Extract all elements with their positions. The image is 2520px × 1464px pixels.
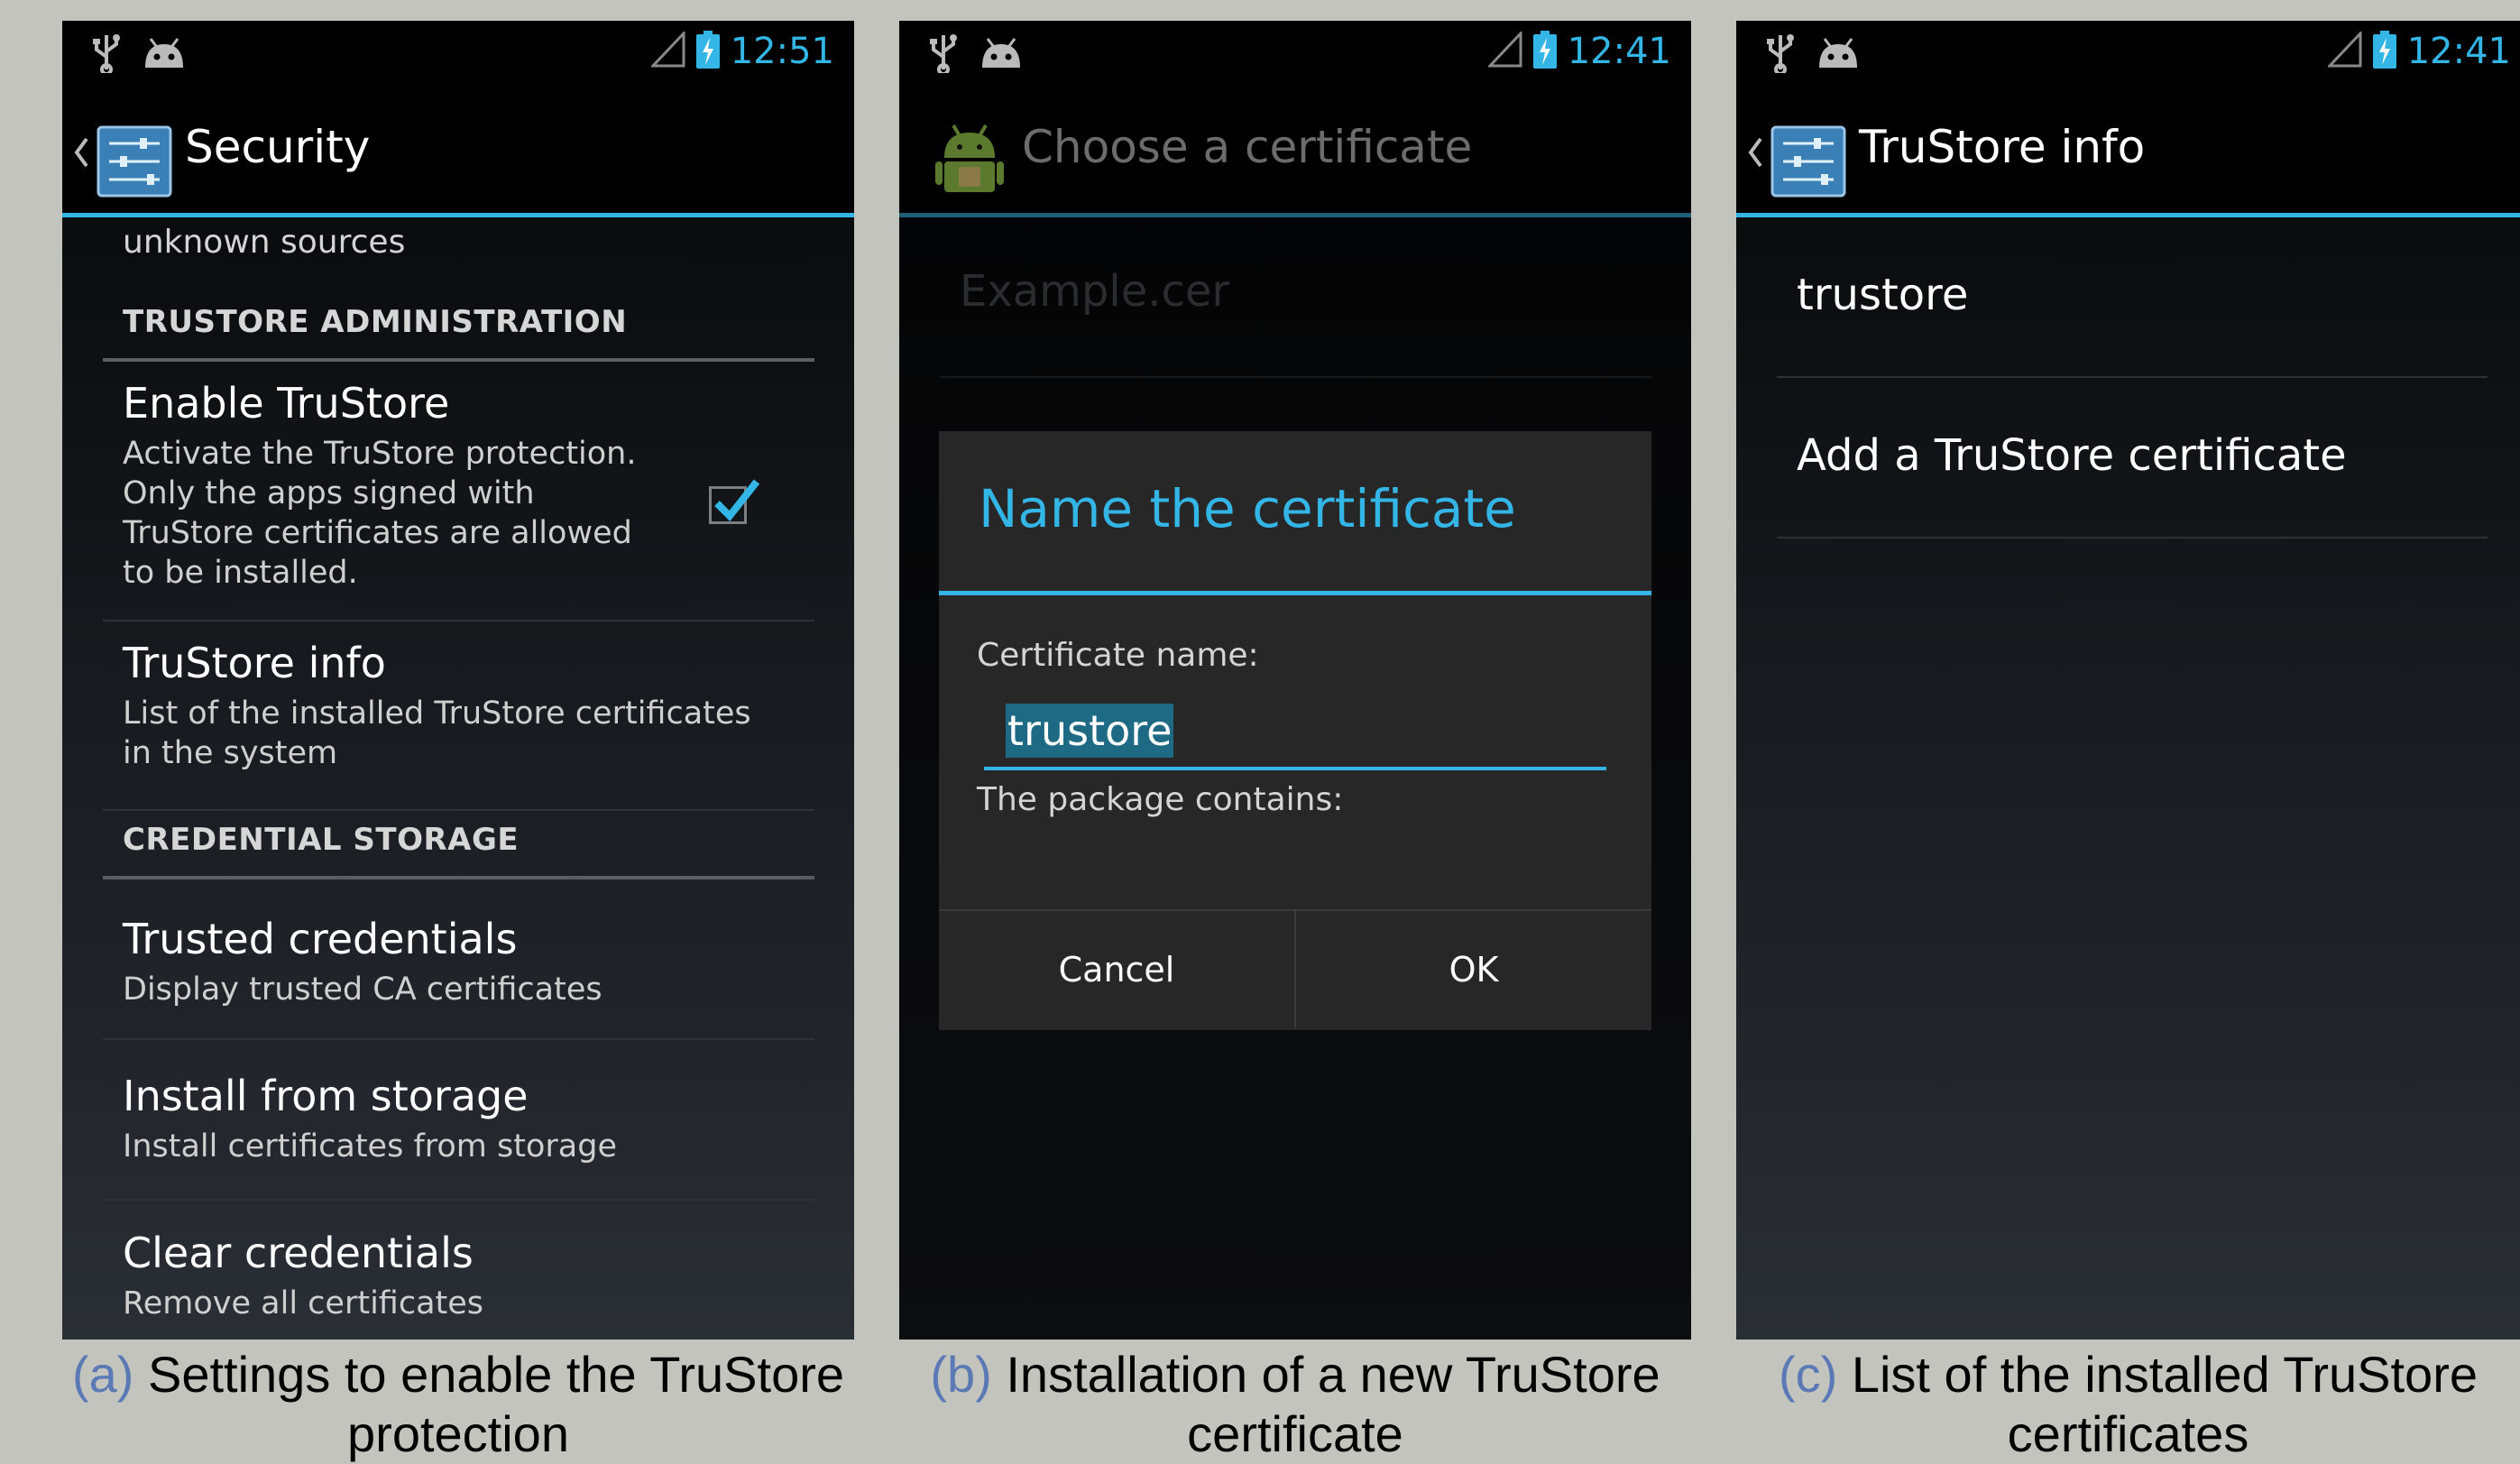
caption-text-line2: certificate (1187, 1405, 1403, 1462)
settings-icon[interactable] (97, 125, 172, 201)
caption-text-line2: protection (347, 1405, 569, 1462)
status-bar: 12:41 (899, 21, 1691, 80)
pref-title: Enable TruStore (123, 379, 450, 428)
pref-title: Trusted credentials (123, 915, 518, 963)
battery-charging-icon (1532, 31, 1557, 72)
caption-text: Installation of a new TruStore (1006, 1346, 1660, 1403)
signal-icon (649, 30, 685, 71)
certificate-file-item[interactable]: Example.cer (960, 266, 1229, 317)
page-title: Security (185, 121, 371, 173)
pref-title: TruStore info (123, 639, 386, 687)
pref-summary: Display trusted CA certificates (123, 971, 602, 1008)
cancel-button[interactable]: Cancel (939, 911, 1296, 1028)
caption-tag: (a) (71, 1346, 134, 1403)
ok-button[interactable]: OK (1296, 911, 1651, 1028)
page-title: Choose a certificate (1022, 121, 1473, 173)
screen-choose-certificate: 12:41 Choose a certificate Example.cer N… (899, 21, 1691, 1340)
certificate-list: Example.cer Name the certificate Certifi… (899, 217, 1691, 1340)
pref-summary: Remove all certificates (123, 1285, 484, 1321)
section-header-label: CREDENTIAL STORAGE (123, 822, 520, 858)
status-bar: 12:41 (1736, 21, 2520, 80)
list-item-label: trustore (1797, 270, 1969, 320)
section-header-credential: CREDENTIAL STORAGE (103, 811, 814, 883)
name-certificate-dialog: Name the certificate Certificate name: t… (939, 431, 1651, 1030)
usb-icon (928, 33, 959, 77)
trustore-certificate-list[interactable]: trustore Add a TruStore certificate (1736, 217, 2520, 1340)
settings-icon[interactable] (1770, 125, 1846, 201)
action-bar: TruStore info (1736, 80, 2520, 217)
section-header-trustore: TRUSTORE ADMINISTRATION (103, 293, 814, 362)
action-bar: Choose a certificate (899, 80, 1691, 217)
action-bar: Security (62, 80, 854, 217)
android-package-installer-icon (935, 122, 1004, 203)
pref-install-from-storage[interactable]: Install from storage Install certificate… (103, 1040, 814, 1201)
pref-summary-line: List of the installed TruStore certifica… (123, 695, 751, 732)
android-debug-icon (142, 37, 187, 73)
screen-security-settings: 12:51 Security unknown sources TRUSTORE … (62, 21, 854, 1340)
pref-summary-line: Only the apps signed with (123, 475, 535, 511)
cutoff-summary: unknown sources (123, 224, 406, 261)
certificate-name-label: Certificate name: (977, 637, 1259, 674)
pref-trustore-info[interactable]: TruStore info List of the installed TruS… (103, 622, 814, 811)
list-item-label: Add a TruStore certificate (1797, 430, 2347, 481)
caption-text: List of the installed TruStore (1851, 1346, 2478, 1403)
pref-title: Install from storage (123, 1072, 529, 1120)
android-debug-icon (979, 37, 1024, 73)
caption-a: (a) Settings to enable the TruStore prot… (62, 1345, 854, 1464)
pref-clear-credentials[interactable]: Clear credentials Remove all certificate… (103, 1201, 814, 1340)
pref-enable-trustore[interactable]: Enable TruStore Activate the TruStore pr… (103, 362, 814, 622)
caption-b: (b) Installation of a new TruStore certi… (899, 1345, 1691, 1464)
caption-tag: (c) (1778, 1346, 1838, 1403)
dialog-button-bar: Cancel OK (939, 909, 1651, 1030)
pref-summary-line: Activate the TruStore protection. (123, 436, 637, 472)
status-bar: 12:51 (62, 21, 854, 80)
list-item-certificate[interactable]: trustore (1777, 217, 2488, 378)
status-time: 12:41 (2406, 31, 2511, 72)
signal-icon (1486, 30, 1522, 71)
usb-icon (91, 33, 122, 77)
pref-summary-line: TruStore certificates are allowed (123, 515, 632, 551)
usb-icon (1765, 33, 1796, 77)
list-item-add-certificate[interactable]: Add a TruStore certificate (1777, 378, 2488, 539)
package-contains-label: The package contains: (977, 781, 1344, 818)
pref-title: Clear credentials (123, 1229, 474, 1277)
status-time: 12:41 (1567, 31, 1671, 72)
page-title: TruStore info (1859, 121, 2146, 173)
caption-text-line2: certificates (2007, 1405, 2249, 1462)
caption-text: Settings to enable the TruStore (147, 1346, 845, 1403)
battery-charging-icon (2372, 31, 2396, 72)
android-debug-icon (1816, 37, 1861, 73)
pref-summary: Install certificates from storage (123, 1128, 617, 1165)
screen-trustore-info: 12:41 TruStore info trustore Add a TruSt… (1736, 21, 2520, 1340)
settings-list[interactable]: unknown sources TRUSTORE ADMINISTRATION … (62, 217, 854, 1340)
back-chevron-icon[interactable] (1747, 136, 1763, 172)
back-chevron-icon[interactable] (73, 136, 89, 172)
pref-summary-line: to be installed. (123, 555, 358, 591)
pref-summary-line: in the system (123, 735, 338, 771)
dialog-header: Name the certificate (939, 431, 1651, 595)
checkbox-checked-icon (714, 479, 760, 522)
pref-trusted-credentials[interactable]: Trusted credentials Display trusted CA c… (103, 879, 814, 1040)
caption-tag: (b) (930, 1346, 992, 1403)
enable-trustore-checkbox[interactable] (709, 479, 760, 524)
certificate-name-input[interactable]: trustore (984, 696, 1606, 770)
dialog-title: Name the certificate (979, 478, 1516, 539)
status-time: 12:51 (730, 31, 834, 72)
battery-charging-icon (695, 31, 720, 72)
certificate-name-value: trustore (1006, 704, 1174, 758)
caption-c: (c) List of the installed TruStore certi… (1736, 1345, 2520, 1464)
list-divider (940, 376, 1651, 378)
section-header-label: TRUSTORE ADMINISTRATION (123, 304, 628, 340)
signal-icon (2326, 30, 2362, 71)
